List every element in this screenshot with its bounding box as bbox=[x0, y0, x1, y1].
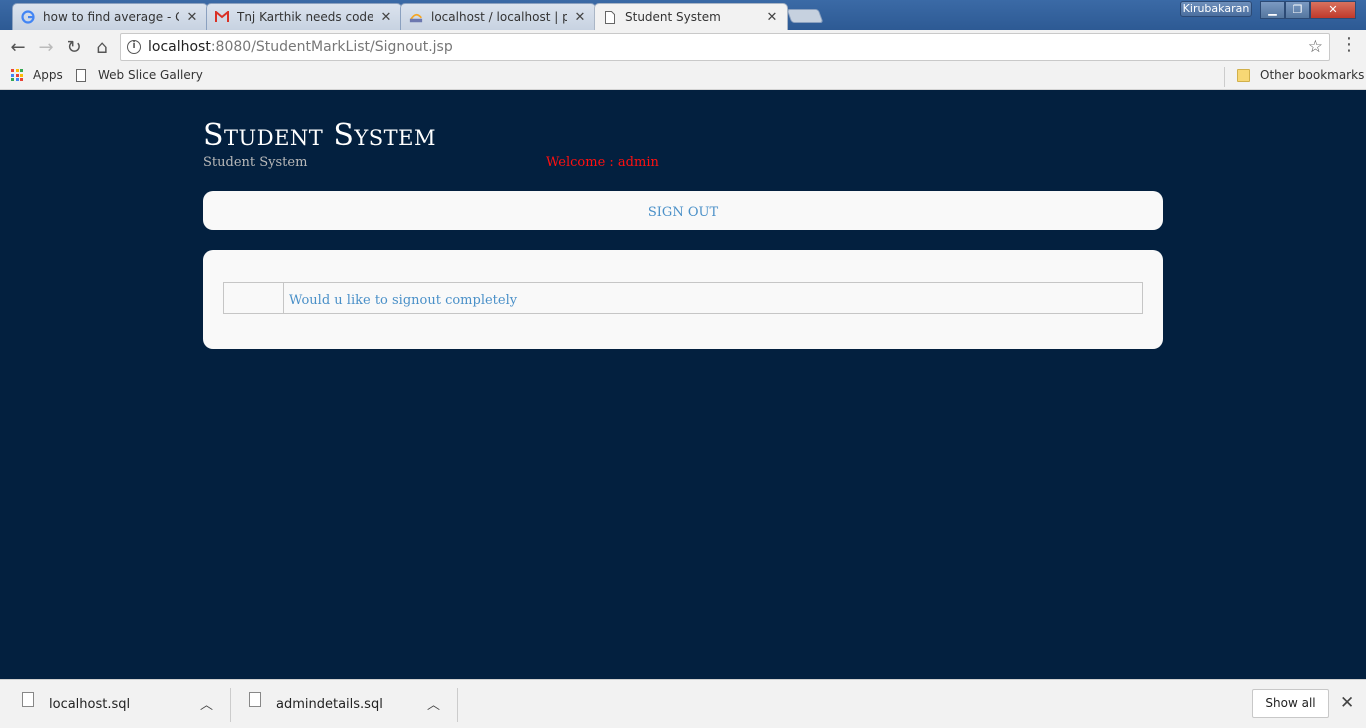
tab-student-system[interactable]: Student System ✕ bbox=[594, 3, 788, 30]
tab-label: Student System bbox=[625, 10, 721, 24]
signout-confirm-link[interactable]: Would u like to signout completely bbox=[289, 293, 517, 308]
google-icon bbox=[21, 10, 35, 24]
window-close-icon[interactable]: ✕ bbox=[1310, 1, 1356, 19]
minimize-icon[interactable]: ▁ bbox=[1260, 1, 1285, 19]
reload-icon[interactable]: ↻ bbox=[60, 37, 88, 58]
page-content: Student System Student System Welcome : … bbox=[0, 90, 1366, 679]
table-row: Would u like to signout completely bbox=[223, 282, 1143, 314]
show-all-button[interactable]: Show all bbox=[1252, 689, 1329, 718]
new-tab-button[interactable] bbox=[786, 9, 824, 23]
table-cell-message: Would u like to signout completely bbox=[283, 282, 1143, 314]
page-icon bbox=[76, 68, 86, 82]
chevron-up-icon[interactable]: ︿ bbox=[200, 694, 213, 713]
site-title: Student System bbox=[203, 118, 436, 153]
download-filename: admindetails.sql bbox=[276, 697, 383, 712]
bookmark-star-icon[interactable]: ☆ bbox=[1308, 37, 1323, 57]
browser-toolbar: ← → ↻ ⌂ i localhost:8080/StudentMarkList… bbox=[0, 30, 1366, 64]
tab-phpmyadmin[interactable]: localhost / localhost | ph ✕ bbox=[400, 3, 596, 30]
table-cell-empty bbox=[223, 282, 284, 314]
download-shelf: localhost.sql ︿ admindetails.sql ︿ Show … bbox=[0, 679, 1366, 728]
bookmarks-bar: Apps Web Slice Gallery Other bookmarks bbox=[0, 64, 1366, 90]
apps-grid-icon bbox=[11, 69, 23, 81]
tab-google-search[interactable]: how to find average - Go ✕ bbox=[12, 3, 208, 30]
info-icon[interactable]: i bbox=[127, 40, 141, 54]
bookmark-label: Web Slice Gallery bbox=[98, 68, 203, 82]
bookmark-other[interactable]: Other bookmarks bbox=[1237, 68, 1364, 82]
file-icon bbox=[22, 692, 34, 707]
close-icon[interactable]: ✕ bbox=[185, 10, 199, 25]
file-icon bbox=[249, 692, 261, 707]
home-icon[interactable]: ⌂ bbox=[88, 37, 116, 58]
forward-arrow-icon[interactable]: → bbox=[32, 37, 60, 58]
gmail-icon bbox=[215, 10, 229, 24]
bookmark-web-slice-gallery[interactable]: Web Slice Gallery bbox=[76, 68, 203, 82]
menu-kebab-icon[interactable]: ⋮ bbox=[1340, 36, 1358, 54]
tab-label: localhost / localhost | ph bbox=[431, 10, 567, 24]
close-icon[interactable]: ✕ bbox=[573, 10, 587, 25]
phpmyadmin-icon bbox=[409, 10, 423, 24]
sign-out-link[interactable]: SIGN OUT bbox=[648, 205, 718, 220]
folder-icon bbox=[1237, 68, 1250, 82]
bookmark-label: Other bookmarks bbox=[1260, 68, 1365, 82]
download-filename: localhost.sql bbox=[49, 697, 131, 712]
download-divider bbox=[230, 688, 231, 722]
window-controls: ▁ ❐ ✕ bbox=[1260, 1, 1356, 19]
url-host: localhost bbox=[148, 39, 211, 55]
signout-table: Would u like to signout completely bbox=[223, 282, 1143, 314]
close-icon[interactable]: ✕ bbox=[765, 10, 779, 25]
download-item-localhost[interactable]: localhost.sql bbox=[22, 680, 130, 728]
address-bar[interactable]: i localhost:8080/StudentMarkList/Signout… bbox=[120, 33, 1330, 61]
content-panel: Would u like to signout completely bbox=[203, 250, 1163, 349]
back-arrow-icon[interactable]: ← bbox=[4, 37, 32, 58]
page-icon bbox=[603, 10, 617, 24]
welcome-message: Welcome : admin bbox=[546, 155, 659, 170]
nav-menu-bar: SIGN OUT bbox=[203, 191, 1163, 230]
close-icon[interactable]: ✕ bbox=[379, 10, 393, 25]
restore-icon[interactable]: ❐ bbox=[1285, 1, 1310, 19]
profile-button[interactable]: Kirubakaran bbox=[1180, 1, 1252, 17]
tab-label: Tnj Karthik needs code - bbox=[237, 10, 373, 24]
browser-title-bar: how to find average - Go ✕ Tnj Karthik n… bbox=[0, 0, 1366, 30]
url-path: :8080/StudentMarkList/Signout.jsp bbox=[210, 39, 453, 55]
bookmark-apps[interactable]: Apps bbox=[11, 68, 63, 82]
bookmark-label: Apps bbox=[33, 68, 63, 82]
download-divider bbox=[457, 688, 458, 722]
tab-label: how to find average - Go bbox=[43, 10, 179, 24]
close-icon[interactable]: ✕ bbox=[1340, 693, 1354, 713]
tab-gmail[interactable]: Tnj Karthik needs code - ✕ bbox=[206, 3, 402, 30]
bookmark-divider bbox=[1224, 67, 1225, 87]
site-subtitle: Student System bbox=[203, 155, 308, 170]
download-item-admindetails[interactable]: admindetails.sql bbox=[249, 680, 383, 728]
chevron-up-icon[interactable]: ︿ bbox=[427, 694, 440, 713]
